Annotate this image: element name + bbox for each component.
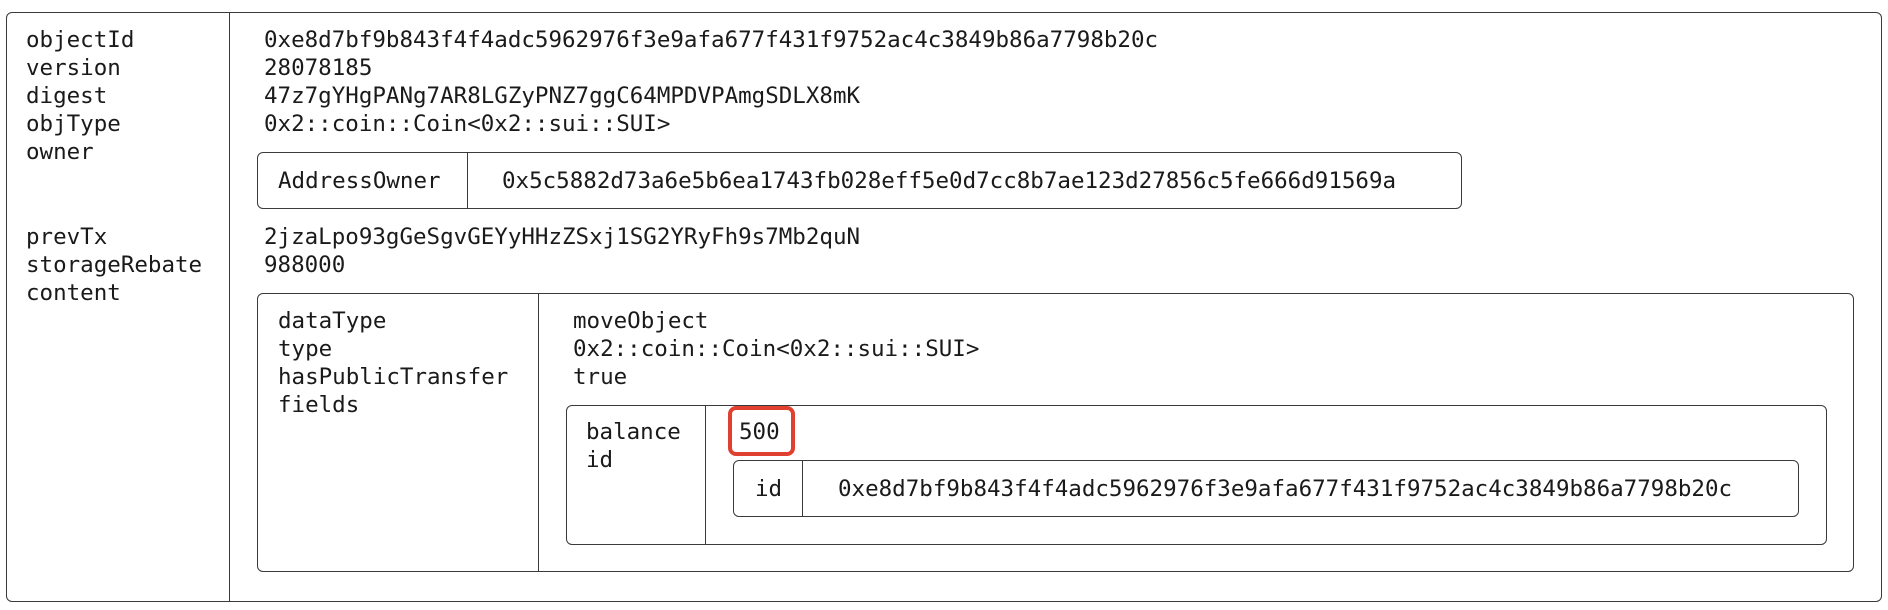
key-storageRebate: storageRebate [26,252,203,278]
content-value-type: 0x2::coin::Coin<0x2::sui::SUI> [573,336,980,362]
fields-key-balance: balance [586,419,681,445]
owner-value: 0x5c5882d73a6e5b6ea1743fb028eff5e0d7cc8b… [502,168,1397,194]
key-objType: objType [26,111,121,137]
id-value: 0xe8d7bf9b843f4f4adc5962976f3e9afa677f43… [838,476,1733,502]
content-key-dataType: dataType [278,308,387,334]
key-prevTx: prevTx [26,224,108,250]
id-key: id [755,476,783,502]
content-table-divider [538,294,539,571]
value-storageRebate: 988000 [264,252,346,278]
key-content: content [26,280,121,306]
balance-highlight-box [728,406,795,456]
value-version: 28078185 [264,55,373,81]
value-digest: 47z7gYHgPANg7AR8LGZyPNZ7ggC64MPDVPAmgSDL… [264,83,861,109]
value-prevTx: 2jzaLpo93gGeSgvGEYyHHzZSxj1SG2YRyFh9s7Mb… [264,224,861,250]
fields-key-id: id [586,447,614,473]
owner-table-divider [467,153,468,208]
content-key-hasPublicTransfer: hasPublicTransfer [278,364,509,390]
key-digest: digest [26,83,108,109]
content-value-hasPublicTransfer: true [573,364,628,390]
value-objType: 0x2::coin::Coin<0x2::sui::SUI> [264,111,671,137]
content-key-type: type [278,336,333,362]
key-version: version [26,55,121,81]
key-objectId: objectId [26,27,135,53]
value-objectId: 0xe8d7bf9b843f4f4adc5962976f3e9afa677f43… [264,27,1159,53]
content-key-fields: fields [278,392,360,418]
object-table-divider [229,13,230,601]
key-owner: owner [26,139,94,165]
owner-key: AddressOwner [278,168,441,194]
content-value-dataType: moveObject [573,308,709,334]
id-table-divider [802,461,803,516]
fields-table-divider [705,406,706,544]
